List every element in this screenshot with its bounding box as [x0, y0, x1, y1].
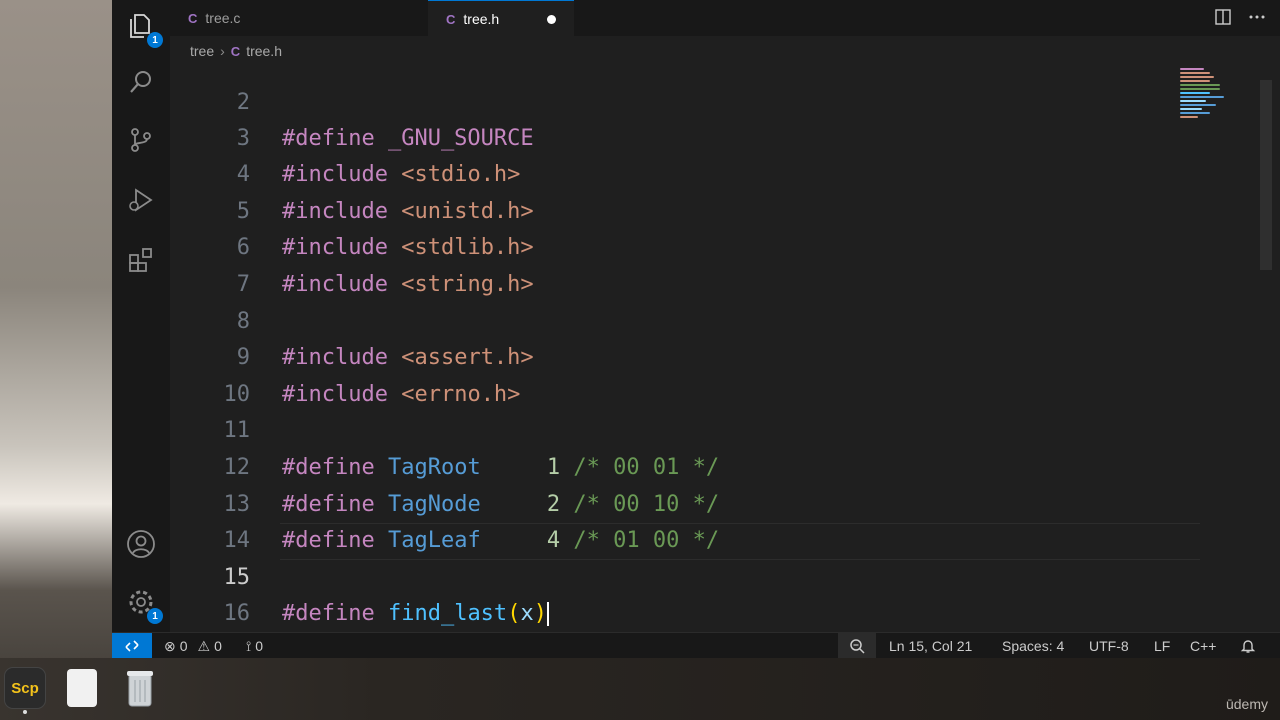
editor-actions: [1214, 8, 1266, 26]
tab-label: tree.c: [205, 10, 241, 26]
minimap[interactable]: [1180, 66, 1240, 186]
document-icon: [67, 669, 97, 707]
editor-scrollbar[interactable]: [1260, 80, 1272, 270]
code-line: 6 #include <string.h>: [170, 194, 1170, 297]
code-line: 7: [170, 230, 1170, 297]
extensions-button[interactable]: [125, 244, 157, 276]
broadcast-icon: ⟟: [246, 637, 252, 654]
tab-tree-h[interactable]: C tree.h: [428, 0, 574, 37]
c-file-icon: C: [230, 43, 241, 59]
notifications-button[interactable]: [1240, 633, 1256, 658]
end-of-line[interactable]: LF: [1154, 633, 1170, 658]
c-file-icon: C: [446, 11, 456, 27]
explorer-badge: 1: [147, 32, 163, 48]
code-line: 17 typedef unsigned int int32;: [170, 596, 1170, 632]
c-file-icon: C: [188, 10, 198, 26]
code-line: 10: [170, 340, 1170, 407]
code-line: 9 #include <errno.h>: [170, 304, 1170, 407]
code-line: 16: [170, 560, 1170, 626]
zoom-icon: [850, 639, 865, 654]
dock-app-scp[interactable]: Scp: [4, 667, 46, 714]
dock-app-file[interactable]: [60, 666, 104, 710]
run-debug-icon: [129, 188, 153, 212]
breadcrumb-file[interactable]: tree.h: [246, 43, 282, 59]
problems-indicator[interactable]: ⊗ 0 ⚠ 0: [164, 633, 222, 658]
encoding[interactable]: UTF-8: [1089, 633, 1129, 658]
run-debug-button[interactable]: [125, 184, 157, 216]
remote-button[interactable]: [112, 633, 152, 658]
indentation[interactable]: Spaces: 4: [1002, 633, 1064, 658]
breadcrumb: tree › C tree.h: [170, 36, 1280, 66]
remote-icon: [125, 640, 139, 652]
code-line: 3 #include <stdio.h>: [170, 84, 1170, 188]
desktop-background: [0, 0, 112, 720]
breadcrumb-folder[interactable]: tree: [190, 43, 214, 59]
dock-app-scp-label: Scp: [11, 679, 39, 697]
code-line: 12 #define TagNode 2 /* 00 10 */: [170, 413, 1170, 517]
code-line: 5 #include <stdlib.h>: [170, 157, 1170, 261]
ports-indicator[interactable]: ⟟ 0: [246, 633, 263, 658]
manage-button[interactable]: 1: [125, 586, 163, 624]
code-line-current: 15 #define find_last(x): [170, 523, 1170, 627]
trash-icon: [127, 671, 153, 707]
zoom-button[interactable]: [838, 633, 876, 658]
running-indicator: [23, 710, 27, 714]
more-actions-icon[interactable]: [1248, 8, 1266, 26]
tab-bar: C tree.c C tree.h: [170, 0, 1280, 37]
code-line: 11 #define TagRoot 1 /* 00 01 */: [170, 377, 1170, 480]
status-bar: ⊗ 0 ⚠ 0 ⟟ 0 Ln 15, Col 21 Spaces: 4 UTF-…: [112, 632, 1280, 658]
split-editor-icon[interactable]: [1214, 8, 1232, 26]
code-line: 4 #include <unistd.h>: [170, 121, 1170, 224]
code-editor[interactable]: 2 #define _GNU_SOURCE 3 #include <stdio.…: [170, 66, 1280, 632]
source-control-icon: [131, 128, 151, 152]
code-line: 8 #include <assert.h>: [170, 267, 1170, 371]
settings-badge: 1: [147, 608, 163, 624]
activity-bar: 1 1: [112, 0, 171, 632]
vscode-window: 1 1 C tree.c C tree.h tree › C tree.h 2 …: [112, 0, 1280, 658]
ports-count: 0: [255, 638, 264, 654]
code-line: 14: [170, 487, 1170, 553]
code-line: 2 #define _GNU_SOURCE: [170, 66, 1170, 152]
tab-label: tree.h: [463, 11, 500, 27]
error-count: 0: [179, 638, 188, 654]
error-icon: ⊗: [164, 637, 176, 654]
source-control-button[interactable]: [125, 124, 157, 156]
unsaved-dot-icon[interactable]: [547, 14, 556, 24]
chevron-right-icon: ›: [220, 43, 225, 59]
warning-icon: ⚠: [197, 637, 211, 654]
dock-app-trash[interactable]: [118, 666, 162, 710]
bell-icon: [1240, 640, 1256, 653]
language-mode[interactable]: C++: [1190, 633, 1216, 658]
dock: Scp: [0, 664, 164, 714]
explorer-button[interactable]: 1: [125, 10, 163, 48]
search-icon: [130, 71, 151, 93]
search-button[interactable]: [125, 66, 157, 98]
cursor-position[interactable]: Ln 15, Col 21: [889, 633, 972, 658]
watermark: ūdemy: [1225, 696, 1268, 712]
accounts-button[interactable]: [125, 528, 157, 560]
warning-count: 0: [214, 638, 222, 654]
desktop-dock-area: [0, 658, 1280, 720]
code-line: 13 #define TagLeaf 4 /* 01 00 */: [170, 450, 1170, 554]
tab-tree-c[interactable]: C tree.c: [170, 0, 316, 36]
extensions-icon: [129, 248, 152, 272]
account-icon: [127, 530, 155, 558]
